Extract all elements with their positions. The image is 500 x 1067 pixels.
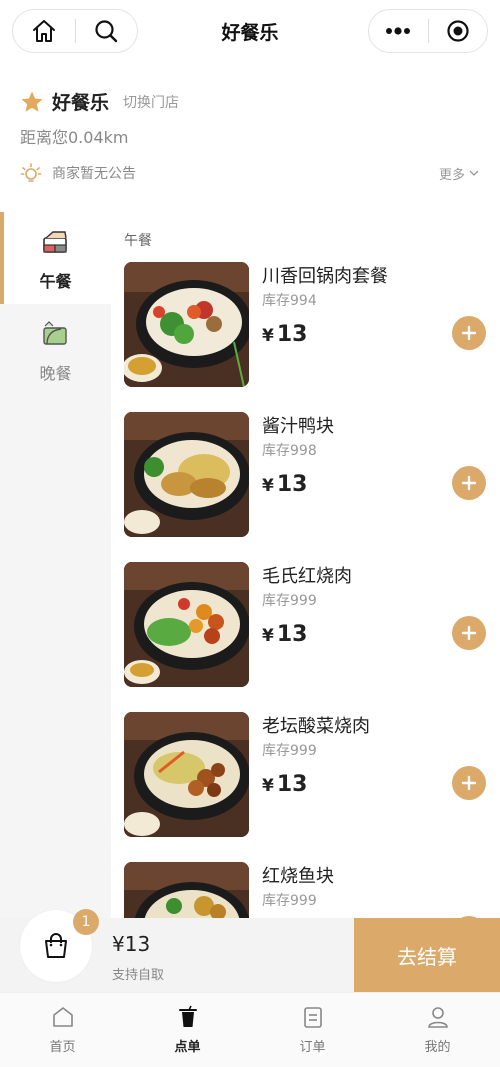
page-title: 好餐乐 <box>221 22 279 44</box>
close-miniprogram-button[interactable] <box>428 9 487 53</box>
cart-count-badge: 1 <box>73 909 99 935</box>
dish-stock: 库存998 <box>262 443 317 459</box>
star-icon <box>21 91 43 112</box>
plus-icon <box>461 625 477 641</box>
dish-photo <box>124 712 249 837</box>
plus-icon <box>461 475 477 491</box>
category-sidebar: 午餐 晚餐 <box>0 212 111 918</box>
more-dots-icon <box>386 27 411 35</box>
tab-profile[interactable]: 我的 <box>375 993 500 1067</box>
lightbulb-icon <box>20 163 42 182</box>
category-label: 晚餐 <box>39 364 72 383</box>
category-dinner[interactable]: 晚餐 <box>0 304 111 396</box>
nav-capsule-left <box>12 9 138 53</box>
dish-price: ¥13 <box>262 322 307 347</box>
tab-home[interactable]: 首页 <box>0 993 125 1067</box>
dish-item[interactable]: 红烧鱼块 库存999 ¥13 <box>124 862 500 918</box>
dinner-plate-icon <box>43 321 67 345</box>
tab-label: 首页 <box>49 1040 76 1055</box>
plus-icon <box>461 775 477 791</box>
store-notice: 商家暂无公告 更多 <box>20 162 480 184</box>
dish-price: ¥13 <box>262 622 307 647</box>
tab-label: 点单 <box>174 1040 201 1055</box>
home-button[interactable] <box>13 9 75 53</box>
dish-name: 酱汁鸭块 <box>262 416 334 437</box>
add-to-cart-button[interactable] <box>452 466 486 500</box>
dish-photo <box>124 412 249 537</box>
dish-item[interactable]: 酱汁鸭块 库存998 ¥13 <box>124 412 500 538</box>
currency-symbol: ¥ <box>262 626 274 646</box>
price-value: 13 <box>276 322 308 347</box>
tab-order-food[interactable]: 点单 <box>125 993 250 1067</box>
order-icon <box>303 1007 322 1028</box>
plus-icon <box>461 325 477 341</box>
dish-photo <box>124 262 249 387</box>
more-label: 更多 <box>438 167 465 183</box>
currency-symbol: ¥ <box>262 776 274 796</box>
dish-price: ¥13 <box>262 772 307 797</box>
cart-bar: 1 ¥13 支持自取 去结算 <box>0 909 500 992</box>
tab-orders[interactable]: 订单 <box>250 993 375 1067</box>
chevron-down-icon <box>469 170 479 176</box>
price-value: 13 <box>276 622 308 647</box>
more-notice-link[interactable]: 更多 <box>439 164 480 183</box>
store-header: 好餐乐 切换门店 <box>20 88 179 115</box>
dish-item[interactable]: 老坛酸菜烧肉 库存999 ¥13 <box>124 712 500 838</box>
category-label: 午餐 <box>39 272 72 291</box>
nav-capsule-right <box>368 9 488 53</box>
category-lunch[interactable]: 午餐 <box>0 212 111 304</box>
dish-name: 毛氏红烧肉 <box>262 566 352 587</box>
section-title: 午餐 <box>124 233 152 249</box>
bottom-tab-bar: 首页 点单 订单 我的 <box>0 992 500 1067</box>
dish-stock: 库存994 <box>262 293 317 309</box>
top-nav-bar: 好餐乐 <box>0 0 500 64</box>
store-distance: 距离您0.04km <box>20 128 129 147</box>
dish-photo <box>124 562 249 687</box>
dish-item[interactable]: 川香回锅肉套餐 库存994 ¥13 <box>124 262 500 388</box>
user-icon <box>427 1007 448 1028</box>
dish-name: 老坛酸菜烧肉 <box>262 716 370 737</box>
home-icon <box>52 1007 73 1027</box>
more-options-button[interactable] <box>369 9 428 53</box>
dish-price: ¥13 <box>262 472 307 497</box>
add-to-cart-button[interactable] <box>452 616 486 650</box>
dish-stock: 库存999 <box>262 593 317 609</box>
notice-text: 商家暂无公告 <box>52 166 136 182</box>
dish-name: 红烧鱼块 <box>262 866 334 887</box>
cart-total: ¥13 <box>112 932 151 956</box>
switch-store-link[interactable]: 切换门店 <box>123 92 179 112</box>
dish-photo <box>124 862 249 918</box>
store-name: 好餐乐 <box>52 92 110 114</box>
drink-cup-icon <box>178 1005 197 1027</box>
home-icon <box>32 20 55 42</box>
dish-stock: 库存999 <box>262 893 317 909</box>
dish-name: 川香回锅肉套餐 <box>262 266 388 287</box>
add-to-cart-button[interactable] <box>452 766 486 800</box>
dish-list: 午餐 川香回锅肉套餐 库存994 ¥13 酱汁鸭块 库存998 ¥ 13 毛氏红… <box>111 212 500 918</box>
search-icon <box>95 20 118 43</box>
currency-symbol: ¥ <box>262 476 274 496</box>
search-button[interactable] <box>75 9 137 53</box>
checkout-button[interactable]: 去结算 <box>354 918 500 992</box>
dish-item[interactable]: 毛氏红烧肉 库存999 ¥13 <box>124 562 500 688</box>
tab-label: 我的 <box>424 1040 451 1055</box>
pickup-note: 支持自取 <box>112 968 165 983</box>
target-close-icon <box>447 20 469 42</box>
add-to-cart-button[interactable] <box>452 316 486 350</box>
dish-stock: 库存999 <box>262 743 317 759</box>
price-value: 13 <box>276 772 308 797</box>
tab-label: 订单 <box>299 1040 326 1055</box>
lunch-box-icon <box>43 231 67 253</box>
shopping-bag-icon <box>45 933 67 958</box>
price-value: 13 <box>276 472 308 497</box>
currency-symbol: ¥ <box>262 326 274 346</box>
